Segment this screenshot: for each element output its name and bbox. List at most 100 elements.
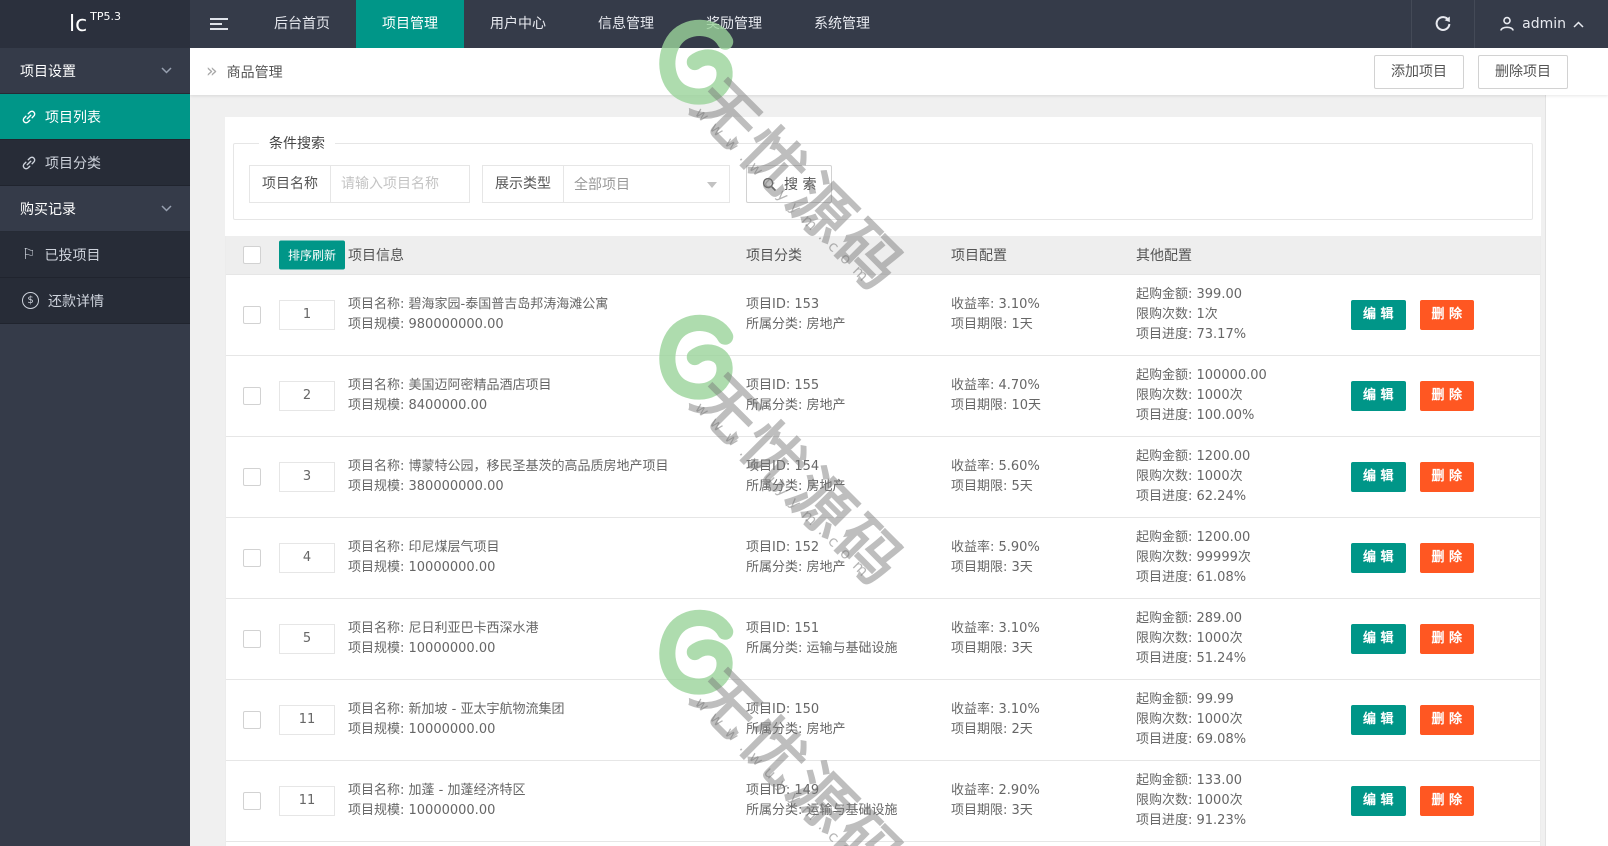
delete-project-button[interactable]: 删除项目 (1478, 54, 1568, 89)
row-actions: 编 辑 删 除 (1351, 624, 1475, 654)
min-amount-text: 起购金额: 289.00 (1136, 611, 1242, 626)
project-config-cell: 收益率: 5.90% 项目期限: 3天 (951, 538, 1040, 578)
row-checkbox[interactable] (243, 549, 261, 567)
sidebar-item-repayment-details[interactable]: $ 还款详情 (0, 278, 190, 324)
sort-order-input[interactable]: 5 (279, 624, 335, 654)
row-checkbox[interactable] (243, 468, 261, 486)
project-name-text: 项目名称: 新加坡 - 亚太宇航物流集团 (348, 702, 565, 717)
edit-button[interactable]: 编 辑 (1351, 381, 1406, 411)
project-config-cell: 收益率: 2.90% 项目期限: 3天 (951, 781, 1040, 821)
delete-button[interactable]: 删 除 (1419, 543, 1475, 573)
project-name-text: 项目名称: 尼日利亚巴卡西深水港 (348, 621, 539, 636)
delete-button[interactable]: 删 除 (1419, 624, 1475, 654)
row-actions: 编 辑 删 除 (1351, 381, 1475, 411)
project-scale-text: 项目规模: 10000000.00 (348, 803, 496, 818)
display-type-select[interactable]: 全部项目 (564, 166, 729, 202)
project-id-text: 项目ID: 149 (746, 783, 820, 798)
sort-order-input[interactable]: 3 (279, 462, 335, 492)
purchase-limit-text: 限购次数: 1000次 (1136, 631, 1243, 646)
delete-button[interactable]: 删 除 (1419, 786, 1475, 816)
sidebar-group-label: 项目设置 (20, 63, 76, 80)
project-config-cell: 收益率: 3.10% 项目期限: 2天 (951, 700, 1040, 740)
nav-item-projects[interactable]: 项目管理 (356, 0, 464, 48)
other-config-cell: 起购金额: 100000.00 限购次数: 1000次 项目进度: 100.00… (1136, 366, 1267, 426)
edit-button[interactable]: 编 辑 (1351, 705, 1406, 735)
select-all-checkbox[interactable] (243, 246, 261, 264)
nav-item-info[interactable]: 信息管理 (572, 0, 680, 48)
project-category-text: 所属分类: 运输与基础设施 (746, 641, 898, 656)
search-button[interactable]: 搜 索 (746, 165, 833, 203)
sidebar-item-project-list[interactable]: 项目列表 (0, 94, 190, 140)
refresh-button[interactable] (1411, 0, 1474, 48)
logo-text: lc (68, 11, 88, 37)
project-category-cell: 项目ID: 149 所属分类: 运输与基础设施 (746, 781, 898, 821)
row-checkbox[interactable] (243, 792, 261, 810)
project-scale-text: 项目规模: 10000000.00 (348, 560, 496, 575)
sidebar-item-invested-projects[interactable]: ⚐ 已投项目 (0, 232, 190, 278)
edit-button[interactable]: 编 辑 (1351, 300, 1406, 330)
project-info-cell: 项目名称: 碧海家园-泰国普吉岛邦涛海滩公寓 项目规模: 980000000.0… (348, 295, 608, 335)
project-term-text: 项目期限: 1天 (951, 317, 1033, 332)
sort-order-input[interactable]: 4 (279, 543, 335, 573)
chevron-up-icon (1573, 20, 1584, 28)
nav-item-users[interactable]: 用户中心 (464, 0, 572, 48)
project-id-text: 项目ID: 150 (746, 702, 820, 717)
project-category-cell: 项目ID: 151 所属分类: 运输与基础设施 (746, 619, 898, 659)
project-name-input[interactable] (331, 166, 469, 202)
refresh-icon (1434, 15, 1452, 33)
main-area: » 商品管理 添加项目 删除项目 条件搜索 项目名称 展示类型 全部项目 (190, 48, 1608, 846)
sort-order-input[interactable]: 2 (279, 381, 335, 411)
project-info-cell: 项目名称: 印尼煤层气项目 项目规模: 10000000.00 (348, 538, 500, 578)
project-config-cell: 收益率: 3.10% 项目期限: 3天 (951, 619, 1040, 659)
sidebar-item-project-category[interactable]: 项目分类 (0, 140, 190, 186)
sidebar-group-purchase-records[interactable]: 购买记录 (0, 186, 190, 232)
yield-rate-text: 收益率: 4.70% (951, 378, 1040, 393)
edit-button[interactable]: 编 辑 (1351, 624, 1406, 654)
nav-item-system[interactable]: 系统管理 (788, 0, 896, 48)
menu-toggle-icon[interactable] (190, 0, 248, 48)
project-category-text: 所属分类: 房地产 (746, 317, 846, 332)
sort-order-input[interactable]: 11 (279, 705, 335, 735)
project-category-text: 所属分类: 运输与基础设施 (746, 803, 898, 818)
project-id-text: 项目ID: 153 (746, 297, 820, 312)
row-checkbox[interactable] (243, 387, 261, 405)
edit-button[interactable]: 编 辑 (1351, 786, 1406, 816)
delete-button[interactable]: 删 除 (1419, 462, 1475, 492)
project-id-text: 项目ID: 155 (746, 378, 820, 393)
header-project-info: 项目信息 (348, 248, 404, 264)
edit-button[interactable]: 编 辑 (1351, 543, 1406, 573)
display-type-label: 展示类型 (483, 166, 564, 202)
delete-button[interactable]: 删 除 (1419, 381, 1475, 411)
edit-button[interactable]: 编 辑 (1351, 462, 1406, 492)
sidebar-group-project-settings[interactable]: 项目设置 (0, 48, 190, 94)
add-project-button[interactable]: 添加项目 (1374, 54, 1464, 89)
other-config-cell: 起购金额: 289.00 限购次数: 1000次 项目进度: 51.24% (1136, 609, 1246, 669)
delete-button[interactable]: 删 除 (1419, 300, 1475, 330)
project-category-text: 所属分类: 房地产 (746, 722, 846, 737)
table-row: 2 项目名称: 美国迈阿密精品酒店项目 项目规模: 8400000.00 项目I… (226, 355, 1540, 436)
scrollbar-gutter[interactable] (1545, 95, 1608, 846)
nav-item-rewards[interactable]: 奖励管理 (680, 0, 788, 48)
project-scale-text: 项目规模: 980000000.00 (348, 317, 504, 332)
other-config-cell: 起购金额: 1200.00 限购次数: 99999次 项目进度: 61.08% (1136, 528, 1251, 588)
row-actions: 编 辑 删 除 (1351, 462, 1475, 492)
sort-order-input[interactable]: 1 (279, 300, 335, 330)
project-category-cell: 项目ID: 150 所属分类: 房地产 (746, 700, 846, 740)
sort-refresh-button[interactable]: 排序刷新 (279, 240, 346, 270)
project-name-text: 项目名称: 碧海家园-泰国普吉岛邦涛海滩公寓 (348, 297, 609, 312)
row-checkbox[interactable] (243, 306, 261, 324)
row-checkbox[interactable] (243, 711, 261, 729)
project-category-text: 所属分类: 房地产 (746, 398, 846, 413)
project-info-cell: 项目名称: 美国迈阿密精品酒店项目 项目规模: 8400000.00 (348, 376, 552, 416)
link-icon (22, 156, 36, 170)
sort-order-input[interactable]: 11 (279, 786, 335, 816)
delete-button[interactable]: 删 除 (1419, 705, 1475, 735)
yield-rate-text: 收益率: 3.10% (951, 621, 1040, 636)
breadcrumb-bar: » 商品管理 添加项目 删除项目 (190, 48, 1608, 95)
row-checkbox[interactable] (243, 630, 261, 648)
yield-rate-text: 收益率: 2.90% (951, 783, 1040, 798)
user-menu[interactable]: admin (1474, 0, 1608, 48)
project-info-cell: 项目名称: 加蓬 - 加蓬经济特区 项目规模: 10000000.00 (348, 781, 525, 821)
nav-item-home[interactable]: 后台首页 (248, 0, 356, 48)
project-info-cell: 项目名称: 尼日利亚巴卡西深水港 项目规模: 10000000.00 (348, 619, 539, 659)
